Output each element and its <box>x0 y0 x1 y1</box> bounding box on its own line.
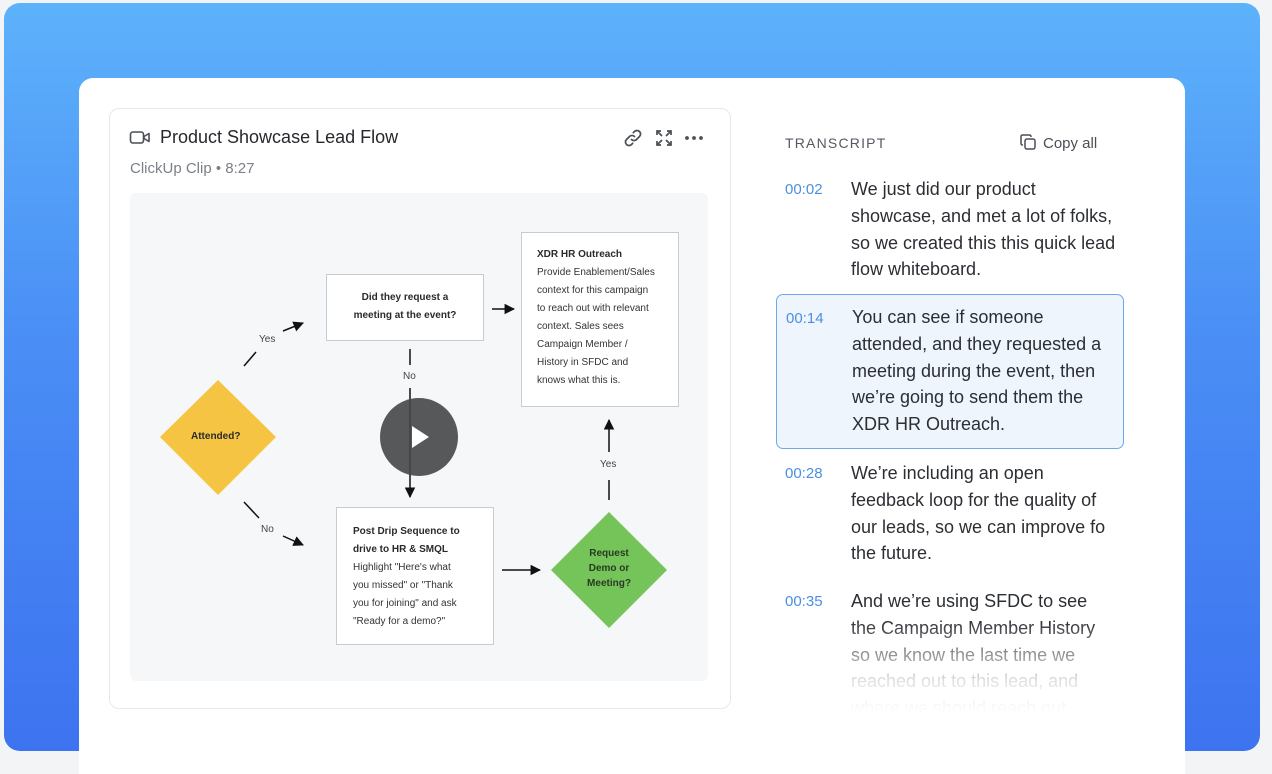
transcript-segment[interactable]: 00:28 We’re including an open feedback l… <box>776 460 1124 570</box>
transcript-segment[interactable]: 00:35 And we’re using SFDC to see the Ca… <box>776 588 1124 718</box>
no-label-middle: No <box>403 371 416 382</box>
yes-label-right: Yes <box>600 459 617 470</box>
drip-sequence-box: Post Drip Sequence to drive to HR & SMQL… <box>336 507 494 645</box>
copy-icon <box>1020 134 1036 150</box>
segment-timestamp[interactable]: 00:14 <box>786 310 824 327</box>
attended-label: Attended? <box>191 431 241 442</box>
segment-timestamp[interactable]: 00:35 <box>785 593 823 610</box>
play-button[interactable] <box>380 398 458 476</box>
segment-text: We just did our product showcase, and me… <box>851 179 1116 280</box>
request-meeting-box: Did they request a meeting at the event? <box>326 274 484 341</box>
segment-text: We’re including an open feedback loop fo… <box>851 463 1106 564</box>
copy-all-label: Copy all <box>1043 135 1098 152</box>
transcript-segment[interactable]: 00:02 We just did our product showcase, … <box>776 176 1124 286</box>
yes-label: Yes <box>259 334 276 345</box>
demo-label: Request Demo or Meeting? <box>587 548 631 589</box>
transcript-segment-active[interactable]: 00:14 You can see if someone attended, a… <box>776 294 1124 449</box>
segment-timestamp[interactable]: 00:28 <box>785 465 823 482</box>
segment-text: And we’re using SFDC to see the Campaign… <box>851 591 1096 718</box>
play-icon <box>412 426 429 448</box>
transcript-heading: TRANSCRIPT <box>785 135 887 151</box>
segment-timestamp[interactable]: 00:02 <box>785 181 823 198</box>
copy-all-button[interactable]: Copy all <box>1019 133 1097 152</box>
no-label: No <box>261 524 274 535</box>
outreach-box: XDR HR Outreach Provide Enablement/Sales… <box>521 232 679 407</box>
segment-text: You can see if someone attended, and the… <box>852 307 1102 435</box>
